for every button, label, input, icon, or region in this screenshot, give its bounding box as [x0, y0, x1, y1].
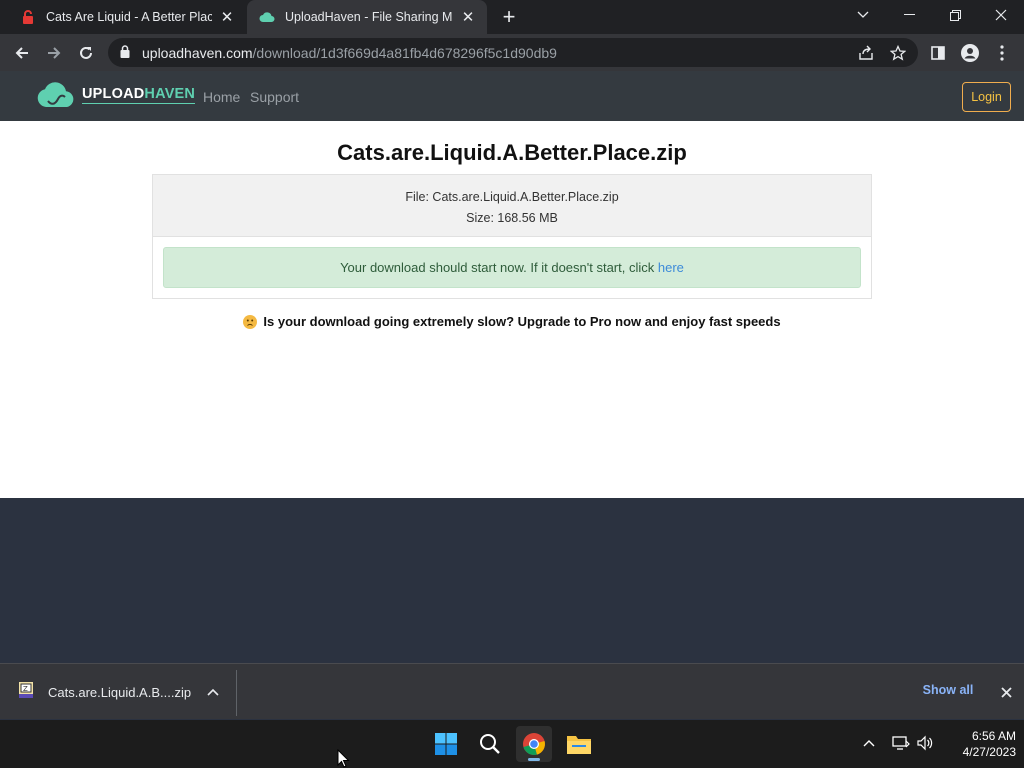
- network-icon[interactable]: [890, 732, 912, 754]
- file-size-line: Size: 168.56 MB: [466, 211, 558, 225]
- chevron-up-icon[interactable]: [203, 682, 223, 702]
- tab-title: UploadHaven - File Sharing Made: [285, 10, 453, 24]
- nav-home-link[interactable]: Home: [203, 89, 240, 105]
- show-all-button[interactable]: Show all: [911, 683, 985, 697]
- file-explorer-icon[interactable]: [561, 726, 597, 762]
- mouse-cursor-icon: [337, 748, 350, 768]
- search-icon[interactable]: [472, 726, 508, 762]
- login-button[interactable]: Login: [962, 82, 1011, 112]
- url-domain: uploadhaven.com: [142, 45, 253, 61]
- browser-toolbar: uploadhaven.com/download/1d3f669d4a81fb4…: [0, 34, 1024, 71]
- cloud-favicon-icon: [259, 9, 275, 25]
- address-bar[interactable]: uploadhaven.com/download/1d3f669d4a81fb4…: [108, 38, 918, 67]
- lock-icon[interactable]: [120, 45, 130, 63]
- logo-text: UPLOADHAVEN: [82, 86, 196, 104]
- uploadhaven-logo[interactable]: UPLOADHAVEN: [36, 79, 196, 111]
- close-download-bar-icon[interactable]: [996, 682, 1016, 702]
- url-path: /download/1d3f669d4a81fb4d678296f5c1d90d…: [252, 45, 557, 61]
- page-content: Cats.are.Liquid.A.Better.Place.zip File:…: [0, 121, 1024, 498]
- back-arrow-icon[interactable]: [8, 39, 36, 67]
- tab-title: Cats Are Liquid - A Better Place F: [46, 10, 212, 24]
- logo-text-haven: HAVEN: [144, 86, 196, 102]
- file-info-card: File: Cats.are.Liquid.A.Better.Place.zip…: [152, 174, 872, 299]
- chrome-taskbar-icon[interactable]: [516, 726, 552, 762]
- page-title: Cats.are.Liquid.A.Better.Place.zip: [337, 140, 687, 165]
- tab-close-icon[interactable]: ✕: [218, 8, 236, 26]
- share-icon[interactable]: [856, 43, 876, 63]
- windows-start-icon[interactable]: [428, 726, 464, 762]
- lock-favicon-icon: [20, 9, 36, 25]
- clock-time: 6:56 AM: [971, 729, 1016, 743]
- upgrade-pro-text: Is your download going extremely slow? U…: [263, 314, 781, 329]
- tab-close-icon[interactable]: ✕: [459, 8, 477, 26]
- alert-text: Your download should start now. If it do…: [340, 260, 658, 275]
- zip-file-icon: Z: [16, 680, 36, 705]
- svg-text:Z: Z: [23, 685, 28, 693]
- reload-icon[interactable]: [72, 39, 100, 67]
- upgrade-pro-message: Is your download going extremely slow? U…: [0, 314, 1024, 329]
- download-alert: Your download should start now. If it do…: [163, 247, 861, 288]
- download-shelf: Z Cats.are.Liquid.A.B....zip Show all: [0, 663, 1024, 719]
- clock-date: 4/27/2023: [962, 745, 1016, 759]
- system-clock[interactable]: 6:56 AM 4/27/2023: [940, 728, 1016, 760]
- nav-support-link[interactable]: Support: [250, 89, 299, 105]
- profile-avatar-icon[interactable]: [956, 39, 984, 67]
- side-panel-icon[interactable]: [924, 39, 952, 67]
- url-text: uploadhaven.com/download/1d3f669d4a81fb4…: [142, 45, 557, 61]
- file-info-header: File: Cats.are.Liquid.A.Better.Place.zip…: [153, 175, 871, 237]
- tab-cats-are-liquid[interactable]: Cats Are Liquid - A Better Place F ✕: [8, 0, 246, 34]
- download-separator: [236, 670, 237, 716]
- sad-face-emoji-icon: [243, 314, 258, 329]
- bookmark-star-icon[interactable]: [888, 43, 908, 63]
- file-name-line: File: Cats.are.Liquid.A.Better.Place.zip: [405, 190, 619, 204]
- site-navbar: UPLOADHAVEN Home Support Login: [0, 71, 1024, 121]
- volume-icon[interactable]: [914, 732, 936, 754]
- download-item[interactable]: Z Cats.are.Liquid.A.B....zip: [16, 680, 191, 705]
- close-window-icon[interactable]: [978, 0, 1024, 30]
- download-filename: Cats.are.Liquid.A.B....zip: [48, 685, 192, 700]
- minimize-icon[interactable]: [886, 0, 932, 30]
- new-tab-icon[interactable]: +: [497, 6, 521, 30]
- logo-text-upload: UPLOAD: [82, 86, 145, 102]
- menu-kebab-icon[interactable]: [988, 39, 1016, 67]
- restore-icon[interactable]: [932, 0, 978, 30]
- cloud-logo-icon: [37, 82, 74, 107]
- forward-arrow-icon[interactable]: [40, 39, 68, 67]
- tray-chevron-up-icon[interactable]: [858, 732, 880, 754]
- tab-search-chevron-icon[interactable]: [840, 0, 886, 30]
- active-app-indicator: [528, 758, 540, 761]
- download-here-link[interactable]: here: [658, 260, 684, 275]
- windows-taskbar: 6:56 AM 4/27/2023: [0, 720, 1024, 768]
- browser-tab-strip: Cats Are Liquid - A Better Place F ✕ Upl…: [0, 0, 1024, 34]
- tab-uploadhaven[interactable]: UploadHaven - File Sharing Made ✕: [247, 0, 487, 34]
